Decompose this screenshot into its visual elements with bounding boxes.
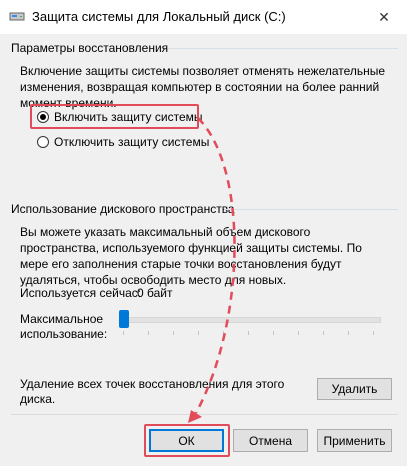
annotation-arrow [188, 117, 236, 423]
